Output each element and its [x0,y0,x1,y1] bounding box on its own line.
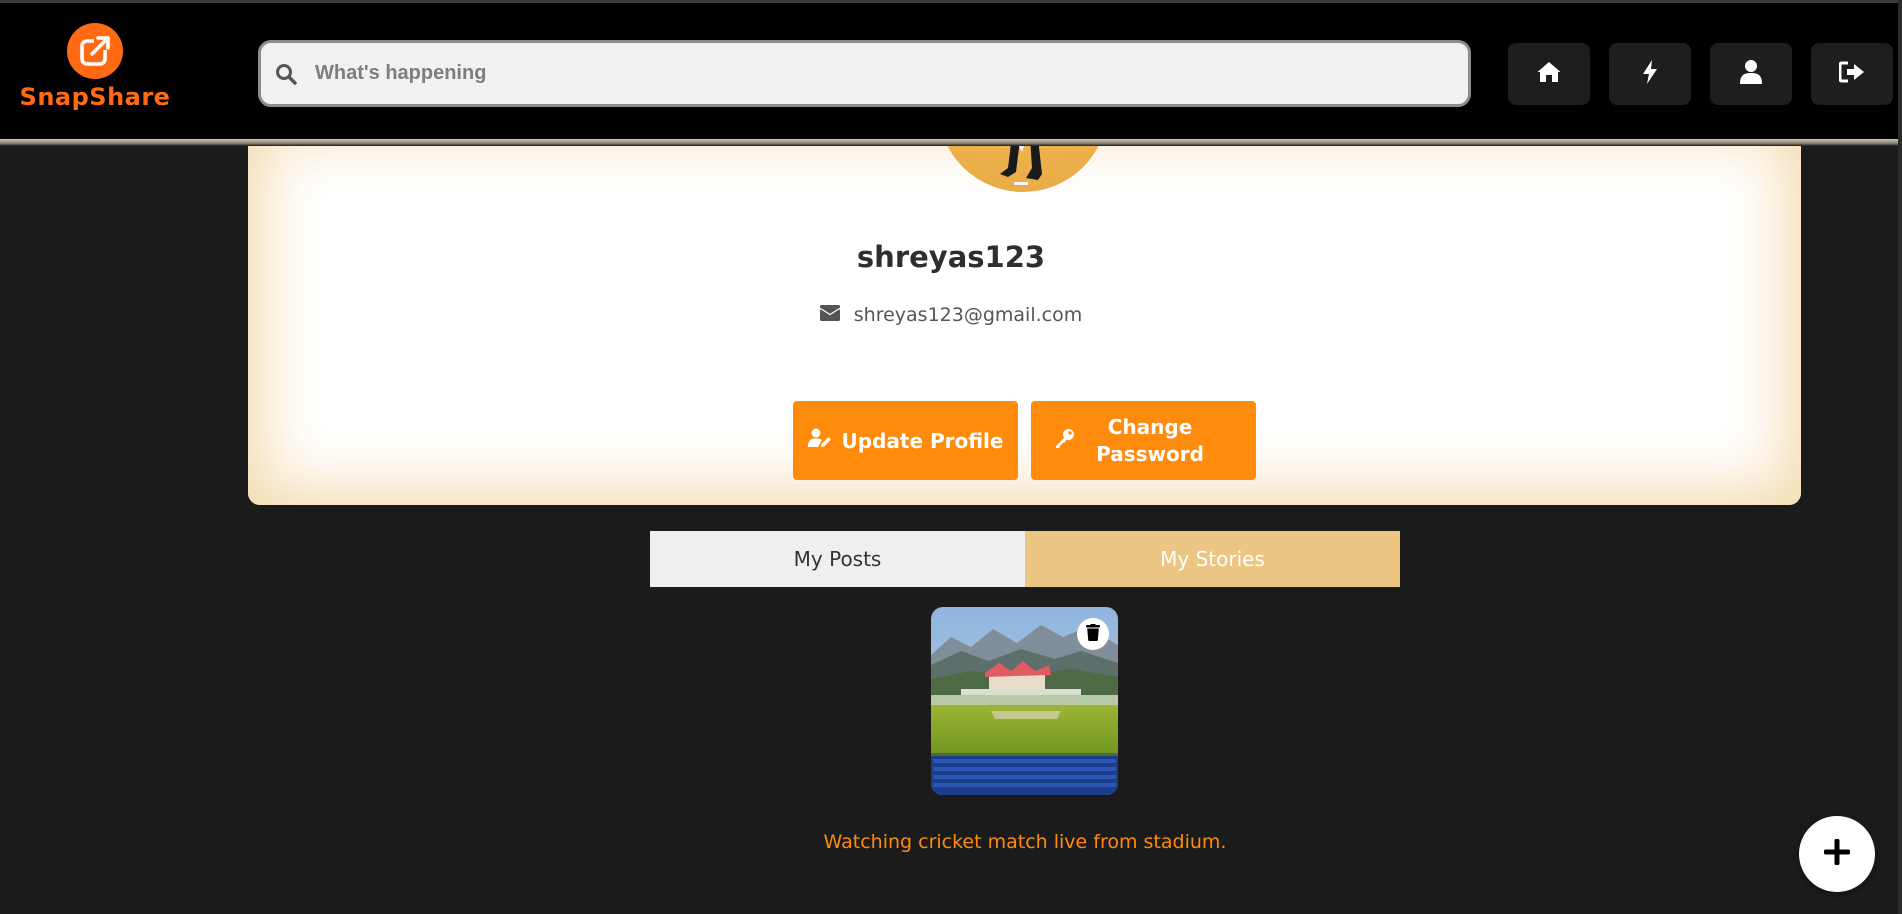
user-icon [1739,59,1763,89]
tab-my-posts[interactable]: My Posts [650,531,1025,587]
key-icon [1055,428,1075,453]
home-button[interactable] [1508,43,1590,105]
add-story-button[interactable] [1799,816,1875,892]
search-icon [273,61,299,87]
stories-button[interactable] [1609,43,1691,105]
change-password-button[interactable]: Change Password [1031,401,1256,480]
story-caption: Watching cricket match live from stadium… [823,831,1227,853]
search-bar[interactable] [258,40,1471,107]
lightning-icon [1641,59,1659,89]
scrollbar[interactable] [1898,0,1902,914]
update-profile-button[interactable]: Update Profile [793,401,1018,480]
navbar: SnapShare [0,3,1902,139]
profile-tabs: My Posts My Stories [650,531,1400,587]
sign-out-icon [1838,61,1865,87]
envelope-icon [819,304,841,326]
trash-icon [1086,623,1100,645]
user-edit-icon [807,428,832,453]
logout-button[interactable] [1811,43,1893,105]
navbar-divider [0,139,1902,146]
app-name: SnapShare [19,83,171,111]
profile-email-row: shreyas123@gmail.com [0,304,1902,326]
profile-username: shreyas123 [856,240,1046,274]
change-password-label: Change Password [1096,414,1204,466]
profile-email: shreyas123@gmail.com [853,304,1083,326]
tab-my-stories[interactable]: My Stories [1025,531,1400,587]
profile-button[interactable] [1710,43,1792,105]
share-logo-icon [67,23,123,79]
app-logo[interactable]: SnapShare [19,23,171,123]
plus-icon [1822,837,1852,871]
delete-story-button[interactable] [1077,618,1109,650]
story-thumbnail[interactable] [931,607,1118,795]
search-input[interactable] [315,62,1415,85]
home-icon [1536,60,1562,88]
update-profile-label: Update Profile [841,428,1004,453]
